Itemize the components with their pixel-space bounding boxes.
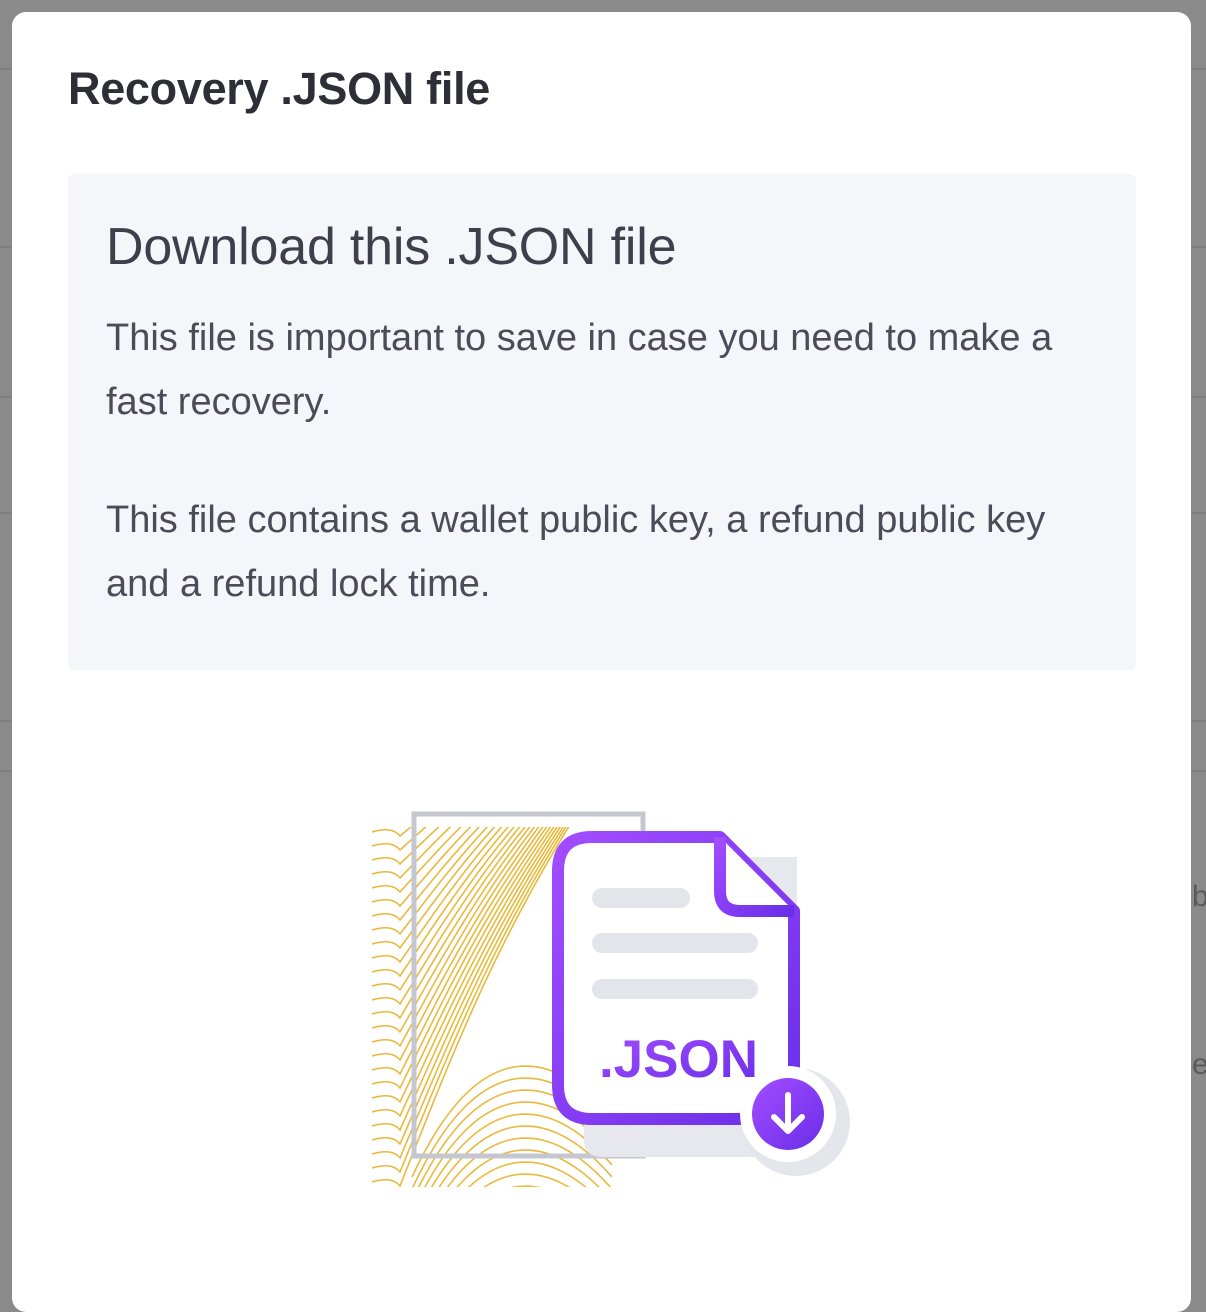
info-paragraph-importance: This file is important to save in case y… <box>106 316 1053 423</box>
modal-title: Recovery .JSON file <box>68 63 490 114</box>
wave-line <box>468 1161 587 1187</box>
json-file-illustration: .JSON <box>372 811 850 1207</box>
info-heading: Download this .JSON file <box>106 218 677 276</box>
backdrop-text-fragment: b <box>1192 880 1206 913</box>
file-type-label: .JSON <box>599 1030 758 1089</box>
wave-line <box>438 1125 612 1187</box>
info-card: Download this .JSON file This file is im… <box>68 174 1136 670</box>
recovery-json-modal: Recovery .JSON file Download this .JSON … <box>12 12 1191 1312</box>
download-arrow-icon <box>740 1066 850 1176</box>
info-paragraph-contents: This file contains a wallet public key, … <box>106 498 1046 605</box>
wave-line <box>510 1185 541 1187</box>
wave-line <box>483 1173 570 1187</box>
backdrop-text-fragment: e <box>1192 1048 1206 1081</box>
wave-line <box>412 1198 612 1207</box>
